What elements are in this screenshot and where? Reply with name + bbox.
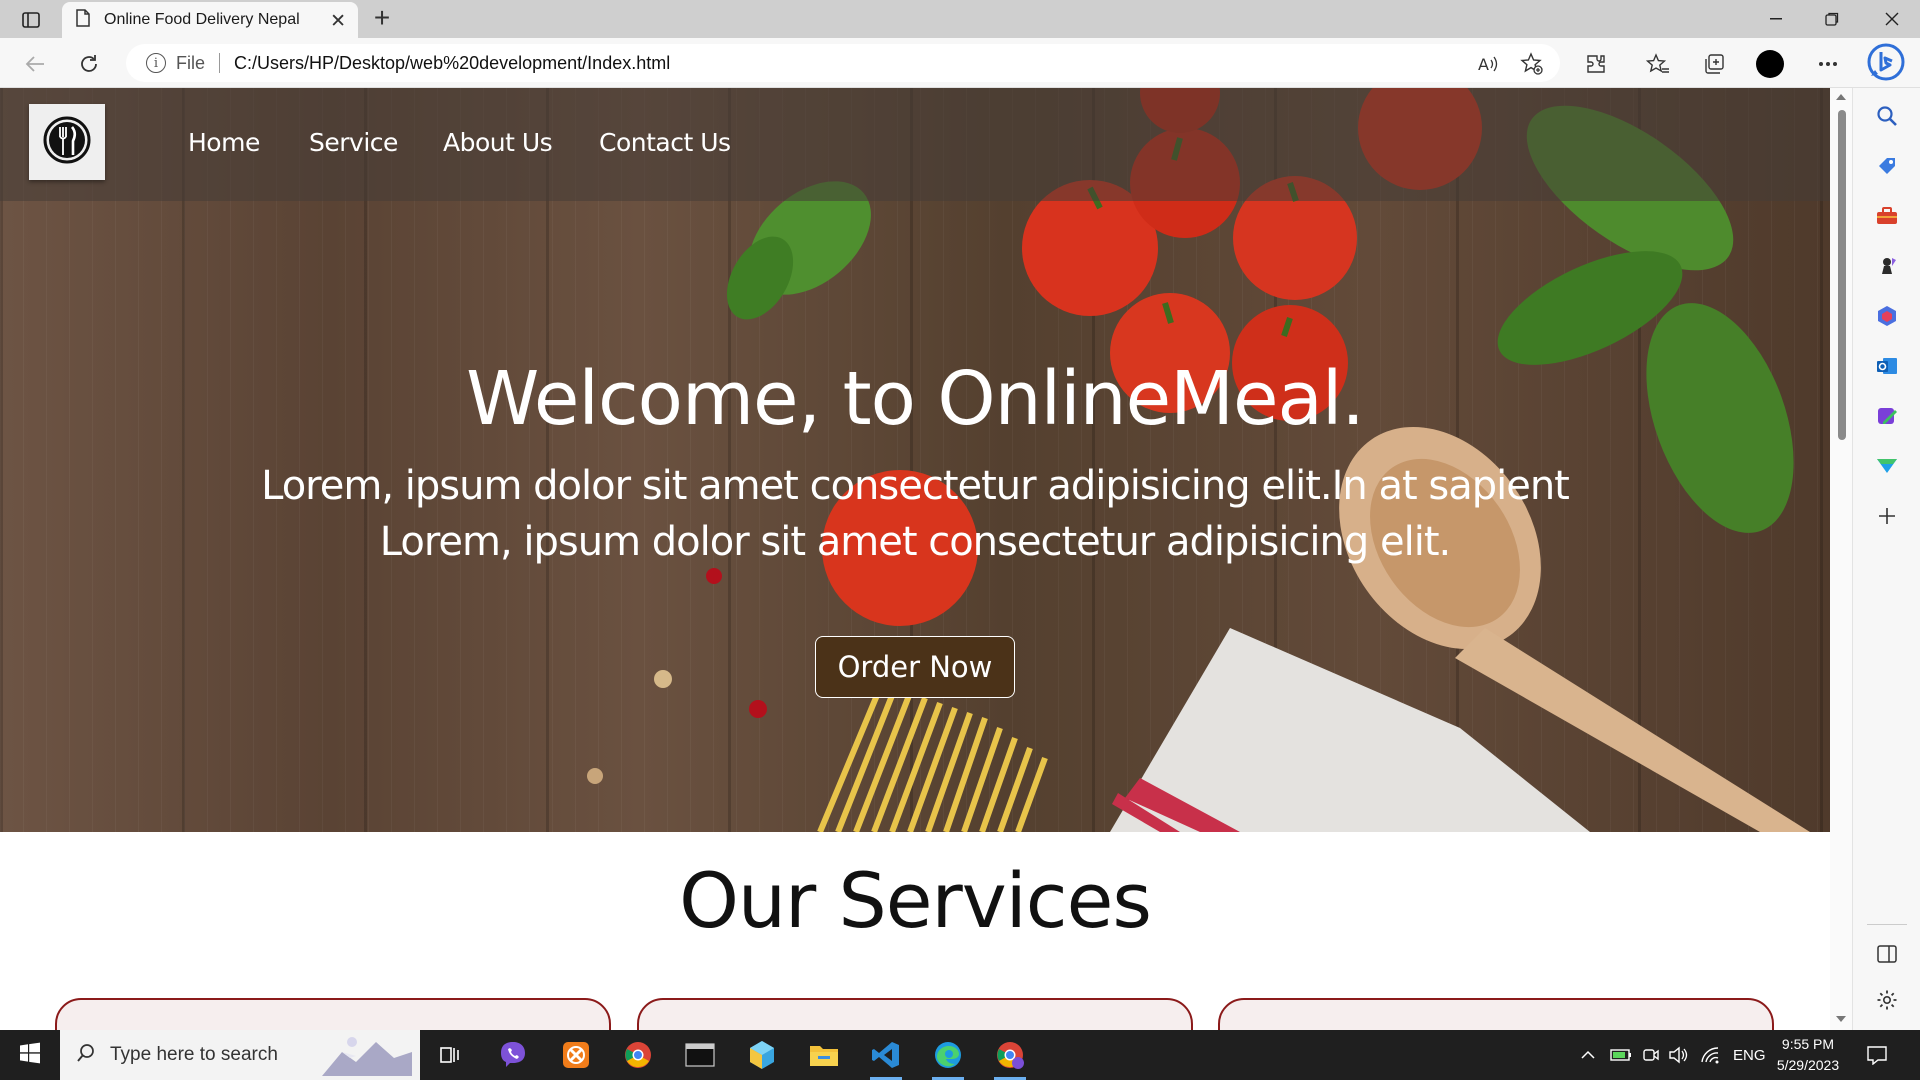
read-aloud-icon[interactable]: A (1474, 50, 1502, 78)
page-scrollbar[interactable] (1830, 88, 1852, 1030)
sidebar-divider (1867, 924, 1907, 925)
site-navbar: Home Service About Us Contact Us (0, 88, 1830, 201)
microsoft-365-icon[interactable] (1873, 302, 1901, 330)
viber-icon[interactable] (493, 1036, 533, 1074)
fork-knife-icon (41, 114, 93, 171)
back-arrow-icon[interactable] (20, 49, 50, 79)
profile-avatar[interactable] (1756, 50, 1784, 78)
nav-contact-us[interactable]: Contact Us (599, 128, 731, 157)
close-window-button[interactable] (1864, 0, 1920, 38)
chrome-profile-icon[interactable] (990, 1036, 1030, 1080)
tools-icon[interactable] (1873, 202, 1901, 230)
add-sidebar-app-icon[interactable] (1873, 502, 1901, 530)
nav-home[interactable]: Home (188, 128, 260, 157)
page-viewport: Home Service About Us Contact Us Welcome… (0, 88, 1830, 1030)
chrome-icon[interactable] (618, 1036, 658, 1074)
games-icon[interactable] (1873, 252, 1901, 280)
hero-subtitle-line2: Lorem, ipsum dolor sit amet consectetur … (379, 519, 1451, 565)
search-highlight-image (322, 1034, 412, 1076)
address-toolbar: i File C:/Users/HP/Desktop/web%20develop… (0, 38, 1920, 88)
windows-taskbar: Type here to search ENG 9:55 PM 5/29/202… (0, 1030, 1920, 1080)
hero-title: Welcome, to OnlineMeal. (466, 356, 1365, 442)
tab-actions-icon[interactable] (14, 8, 48, 32)
add-favorite-icon[interactable] (1518, 50, 1546, 78)
split-screen-icon[interactable] (1873, 940, 1901, 968)
search-icon (76, 1043, 96, 1068)
service-card[interactable] (1218, 998, 1774, 1030)
service-card[interactable] (637, 998, 1193, 1030)
battery-icon[interactable] (1610, 1030, 1632, 1080)
notifications-icon[interactable] (1866, 1030, 1888, 1080)
page-icon (76, 8, 90, 32)
settings-gear-icon[interactable] (1873, 986, 1901, 1014)
clock-time: 9:55 PM (1781, 1036, 1835, 1052)
volume-icon[interactable] (1668, 1030, 1688, 1080)
restore-button[interactable] (1804, 0, 1860, 38)
system-clock[interactable]: 9:55 PM 5/29/2023 (1768, 1034, 1848, 1076)
browser-tab-bar: Online Food Delivery Nepal ✕ + (0, 0, 1920, 38)
windows-logo-icon (19, 1042, 41, 1069)
new-tab-button[interactable]: + (366, 3, 398, 35)
clock-date: 5/29/2023 (1776, 1057, 1840, 1073)
more-options-icon[interactable] (1814, 50, 1842, 78)
hero-section: Home Service About Us Contact Us Welcome… (0, 88, 1830, 832)
order-now-button[interactable]: Order Now (815, 636, 1015, 698)
search-icon[interactable] (1873, 102, 1901, 130)
site-info-icon[interactable]: i (146, 53, 166, 73)
nav-service[interactable]: Service (309, 128, 398, 157)
scroll-down-arrow[interactable] (1836, 1016, 1846, 1022)
refresh-icon[interactable] (74, 49, 104, 79)
search-placeholder: Type here to search (110, 1044, 278, 1065)
drop-icon[interactable] (1873, 452, 1901, 480)
address-separator (219, 53, 221, 73)
wifi-icon[interactable] (1700, 1030, 1720, 1080)
svg-text:A: A (1478, 55, 1489, 74)
favorites-icon[interactable] (1644, 50, 1672, 78)
address-url[interactable]: C:/Users/HP/Desktop/web%20development/In… (234, 53, 670, 74)
minimize-button[interactable] (1748, 0, 1804, 38)
hero-subtitle-line1: Lorem, ipsum dolor sit amet consectetur … (261, 463, 1570, 509)
tab-title: Online Food Delivery Nepal (104, 11, 300, 28)
outlook-icon[interactable] (1873, 352, 1901, 380)
vscode-icon[interactable] (866, 1036, 906, 1080)
xampp-icon[interactable] (556, 1036, 596, 1074)
extensions-icon[interactable] (1582, 50, 1610, 78)
address-bar[interactable]: i File C:/Users/HP/Desktop/web%20develop… (126, 44, 1560, 82)
shopping-tag-icon[interactable] (1873, 152, 1901, 180)
task-view-icon[interactable] (430, 1036, 470, 1074)
designer-icon[interactable] (1873, 402, 1901, 430)
site-logo[interactable] (29, 104, 105, 180)
edge-sidebar (1852, 88, 1920, 1030)
close-tab-icon[interactable]: ✕ (330, 10, 346, 33)
edge-icon[interactable] (928, 1036, 968, 1080)
scroll-up-arrow[interactable] (1836, 94, 1846, 100)
language-indicator[interactable]: ENG (1733, 1030, 1766, 1080)
taskbar-search-box[interactable]: Type here to search (60, 1030, 420, 1080)
service-card[interactable] (55, 998, 611, 1030)
collections-icon[interactable] (1700, 50, 1728, 78)
address-scheme-label: File (176, 52, 206, 73)
terminal-icon[interactable] (680, 1036, 720, 1074)
browser-tab[interactable]: Online Food Delivery Nepal ✕ (62, 2, 358, 38)
scroll-thumb[interactable] (1838, 110, 1846, 440)
start-button[interactable] (0, 1030, 60, 1080)
nav-about-us[interactable]: About Us (443, 128, 553, 157)
services-heading: Our Services (679, 856, 1152, 945)
show-hidden-icons[interactable] (1580, 1030, 1596, 1080)
file-explorer-icon[interactable] (804, 1036, 844, 1074)
app-cube-icon[interactable] (742, 1036, 782, 1074)
bing-chat-icon[interactable] (1866, 42, 1906, 82)
meet-now-icon[interactable] (1642, 1030, 1660, 1080)
